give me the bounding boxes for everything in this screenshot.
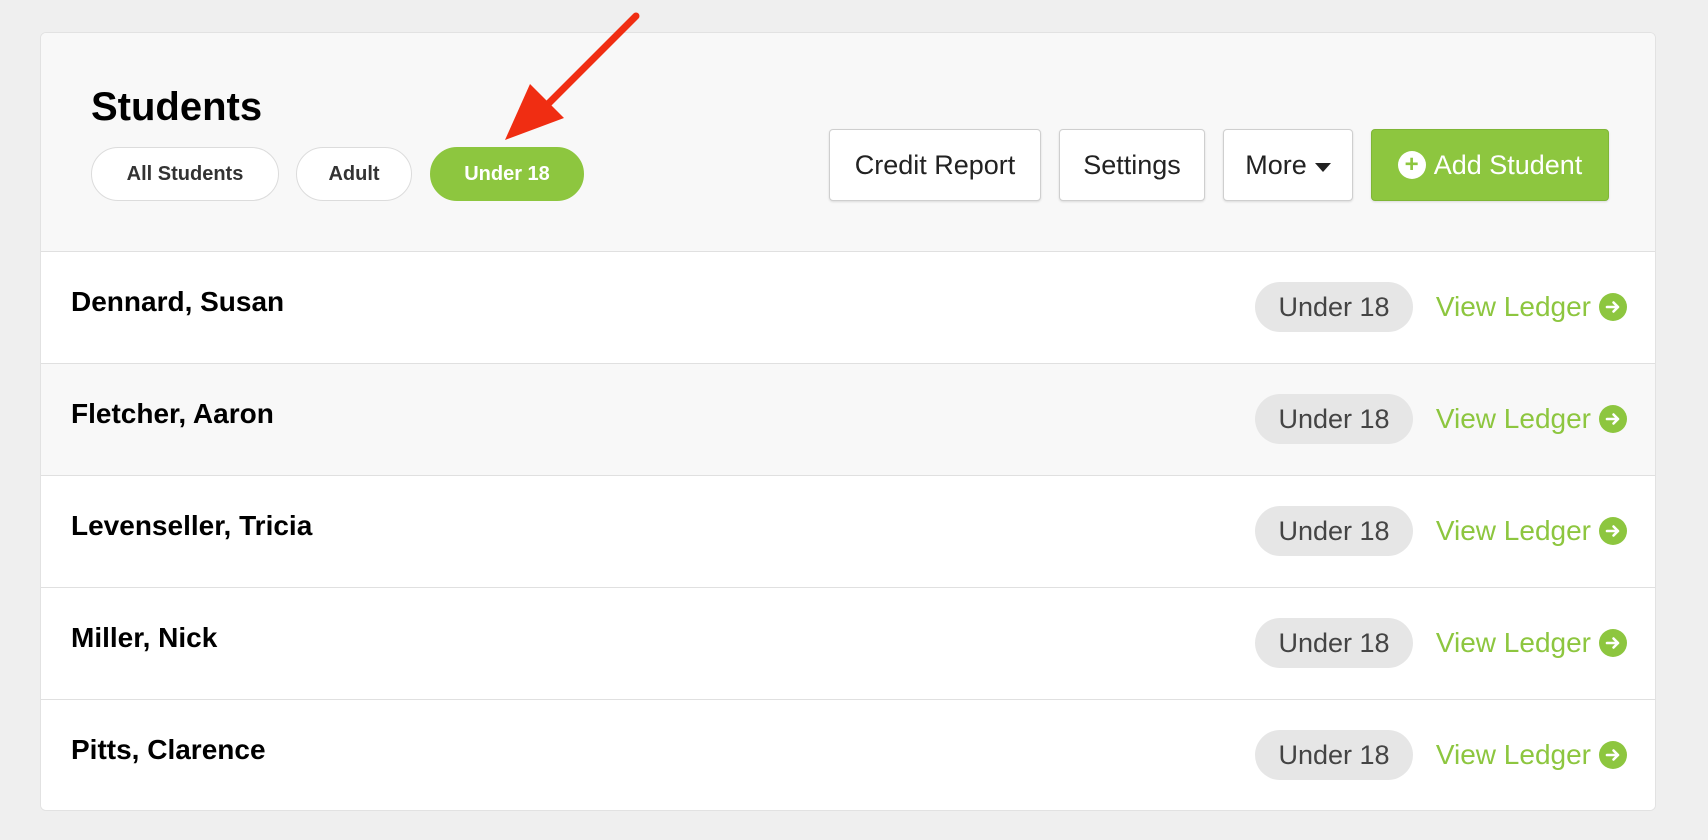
add-student-button[interactable]: + Add Student bbox=[1371, 129, 1609, 201]
credit-report-label: Credit Report bbox=[854, 149, 1016, 180]
arrow-right-circle-icon bbox=[1599, 405, 1627, 433]
student-row: Pitts, Clarence Under 18 View Ledger bbox=[41, 700, 1655, 810]
view-ledger-link[interactable]: View Ledger bbox=[1436, 730, 1627, 780]
arrow-right-circle-icon bbox=[1599, 517, 1627, 545]
filter-under-18[interactable]: Under 18 bbox=[430, 147, 584, 201]
view-ledger-label: View Ledger bbox=[1435, 291, 1591, 322]
student-name: Miller, Nick bbox=[71, 622, 218, 653]
plus-circle-icon: + bbox=[1397, 151, 1426, 179]
view-ledger-link[interactable]: View Ledger bbox=[1436, 394, 1627, 444]
add-student-label: Add Student bbox=[1433, 149, 1583, 180]
settings-button[interactable]: Settings bbox=[1059, 129, 1205, 201]
arrow-right-circle-icon bbox=[1599, 629, 1627, 657]
filter-adult[interactable]: Adult bbox=[296, 147, 412, 201]
view-ledger-link[interactable]: View Ledger bbox=[1436, 506, 1627, 556]
more-button[interactable]: More bbox=[1223, 129, 1353, 201]
student-name: Fletcher, Aaron bbox=[71, 398, 274, 429]
credit-report-button[interactable]: Credit Report bbox=[829, 129, 1041, 201]
student-row: Fletcher, Aaron Under 18 View Ledger bbox=[41, 364, 1655, 476]
arrow-right-circle-icon bbox=[1599, 293, 1627, 321]
student-row: Levenseller, Tricia Under 18 View Ledger bbox=[41, 476, 1655, 588]
student-name: Levenseller, Tricia bbox=[71, 510, 313, 541]
student-name: Dennard, Susan bbox=[71, 286, 285, 317]
students-panel: Students All Students Adult Under 18 Cre… bbox=[40, 32, 1656, 811]
view-ledger-label: View Ledger bbox=[1435, 627, 1591, 658]
age-group-badge: Under 18 bbox=[1255, 506, 1413, 556]
students-header: Students All Students Adult Under 18 Cre… bbox=[41, 33, 1655, 252]
view-ledger-link[interactable]: View Ledger bbox=[1436, 282, 1627, 332]
age-group-badge: Under 18 bbox=[1255, 730, 1413, 780]
view-ledger-label: View Ledger bbox=[1435, 739, 1591, 770]
student-list: Dennard, Susan Under 18 View Ledger Flet… bbox=[41, 252, 1655, 810]
view-ledger-label: View Ledger bbox=[1435, 515, 1591, 546]
caret-down-icon bbox=[1314, 162, 1331, 172]
age-group-badge: Under 18 bbox=[1255, 394, 1413, 444]
arrow-right-circle-icon bbox=[1599, 741, 1627, 769]
view-ledger-link[interactable]: View Ledger bbox=[1436, 618, 1627, 668]
settings-label: Settings bbox=[1083, 149, 1181, 180]
age-group-badge: Under 18 bbox=[1255, 618, 1413, 668]
page-title: Students bbox=[91, 85, 263, 129]
student-row: Dennard, Susan Under 18 View Ledger bbox=[41, 252, 1655, 364]
age-group-badge: Under 18 bbox=[1255, 282, 1413, 332]
view-ledger-label: View Ledger bbox=[1435, 403, 1591, 434]
filter-all-students[interactable]: All Students bbox=[91, 147, 279, 201]
more-label: More bbox=[1245, 149, 1307, 180]
student-row: Miller, Nick Under 18 View Ledger bbox=[41, 588, 1655, 700]
student-name: Pitts, Clarence bbox=[71, 734, 266, 765]
